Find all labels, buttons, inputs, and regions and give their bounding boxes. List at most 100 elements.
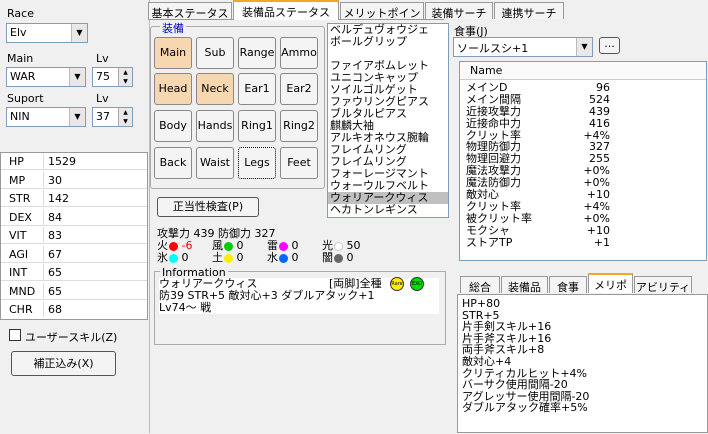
main-job-value: WAR (10, 70, 36, 83)
food-more-button[interactable]: ... (599, 37, 620, 54)
slot-hands[interactable]: Hands (196, 110, 234, 142)
chevron-down-icon: ▼ (71, 24, 87, 42)
stat-key: INT (9, 266, 28, 279)
element-resists: 火 -6 風 0 雷 0 光 50 氷 0 土 0 水 0 闇 0 (157, 237, 417, 265)
tab-merits[interactable]: メリポ (588, 273, 633, 293)
tab-basic-status[interactable]: 基本ステータス (148, 2, 232, 20)
row-value: +10 (586, 223, 610, 237)
merit-list: HP+80 STR+5 片手剣スキル+16 片手斧スキル+16 両手斧スキル+8… (457, 294, 708, 433)
tab-equip-status[interactable]: 装備品ステータス (233, 0, 339, 20)
support-lv-label: Lv (96, 92, 109, 105)
row-name: ストアTP (466, 235, 513, 249)
spin-up-icon[interactable]: ▲ (118, 68, 132, 77)
slot-feet[interactable]: Feet (280, 147, 318, 179)
slot-ring2[interactable]: Ring2 (280, 110, 318, 142)
element-value: 0 (346, 251, 354, 264)
slot-range[interactable]: Range (238, 37, 276, 69)
equip-item-list[interactable]: ベルデュヴォウジェ ボールグリップ ファイアボムレット ユニコンキャップ ソイル… (327, 23, 449, 218)
slot-body[interactable]: Body (154, 110, 192, 142)
stat-key: MND (9, 284, 36, 298)
stat-row: VIT 83 (1, 227, 147, 244)
support-job-select[interactable]: NIN ▼ (6, 107, 86, 127)
row-value: +0% (583, 211, 610, 225)
main-lv-stepper[interactable]: 75 ▲ ▼ (92, 67, 133, 87)
row-value: 416 (589, 116, 610, 130)
list-item[interactable]: ボールグリップ (328, 36, 448, 48)
row-name: 近接攻撃力 (466, 104, 521, 118)
support-job-label: Suport (7, 92, 44, 105)
row-name: 被クリット率 (466, 211, 532, 225)
list-item: HP+80 (462, 297, 501, 310)
spin-up-icon[interactable]: ▲ (118, 108, 132, 117)
validity-check-button[interactable]: 正当性検査(P) (157, 197, 259, 217)
stat-row: HP 1529 (1, 153, 147, 170)
list-item[interactable]: ヘカトンレギンス (328, 204, 448, 216)
tab-abilities[interactable]: アビリティ (634, 276, 692, 294)
row-value: +1 (593, 235, 610, 249)
slot-ammo[interactable]: Ammo (280, 37, 318, 69)
summary-table: Name メインD 96 メイン間隔 524 近接攻撃力 439 近接命中力 416 ク… (459, 61, 707, 261)
food-select[interactable]: ソールスシ+1 ▼ (453, 37, 593, 57)
element-earth: 土 0 (212, 249, 244, 265)
tab-equipment[interactable]: 装備品 (501, 276, 548, 294)
tab-chain-search[interactable]: 連携サーチ (494, 2, 564, 20)
correction-button[interactable]: 補正込み(X) (11, 351, 116, 376)
stat-row: STR 142 (1, 190, 147, 207)
row-value: 439 (589, 104, 610, 118)
stat-key: DEX (9, 210, 32, 224)
stat-value: 68 (43, 301, 143, 317)
table-row: モクシャ +10 (460, 223, 706, 237)
food-value: ソールスシ+1 (457, 42, 529, 55)
stat-row: MND 65 (1, 282, 147, 300)
spin-down-icon[interactable]: ▼ (118, 77, 132, 86)
table-row: クリット率 +4% (460, 200, 706, 213)
slot-legs[interactable]: Legs (238, 147, 276, 179)
slot-head[interactable]: Head (154, 73, 192, 105)
row-name: 近接命中力 (466, 116, 521, 130)
slot-ear2[interactable]: Ear2 (280, 73, 318, 105)
slot-main[interactable]: Main (154, 37, 192, 69)
dark-dot-icon (334, 253, 343, 263)
element-name: 土 (212, 251, 223, 264)
info-item-name: ウォリアークウィス (159, 277, 258, 290)
chevron-down-icon: ▼ (69, 108, 85, 126)
element-name: 水 (267, 251, 278, 264)
stat-row: DEX 84 (1, 208, 147, 226)
stat-key: AGI (9, 247, 29, 261)
main-lv-value: 75 (96, 70, 110, 83)
element-value: 0 (291, 251, 299, 264)
tab-equip-search[interactable]: 装備サーチ (425, 2, 493, 20)
info-item-level: Lv74～ 戦 (159, 301, 212, 314)
slot-back[interactable]: Back (154, 147, 192, 179)
race-select[interactable]: Elv ▼ (6, 23, 88, 43)
ice-dot-icon (169, 253, 178, 263)
slot-neck[interactable]: Neck (196, 73, 234, 105)
slot-waist[interactable]: Waist (196, 147, 234, 179)
stat-key: CHR (9, 303, 33, 316)
stat-key: STR (9, 192, 31, 205)
user-skill-checkbox[interactable] (9, 329, 21, 341)
slot-sub[interactable]: Sub (196, 37, 234, 69)
stat-value: 142 (43, 190, 143, 206)
stat-key: MP (9, 173, 26, 187)
table-row: 近接命中力 416 (460, 116, 706, 130)
slot-ring1[interactable]: Ring1 (238, 110, 276, 142)
support-lv-value: 37 (96, 110, 110, 123)
stat-value: 1529 (43, 153, 143, 169)
slot-ear1[interactable]: Ear1 (238, 73, 276, 105)
element-name: 闇 (322, 251, 333, 264)
rare-badge-icon: Rare (390, 277, 404, 291)
tab-overall[interactable]: 総合 (460, 276, 500, 294)
user-skill-label: ユーザースキル(Z) (25, 331, 118, 344)
table-row: ストアTP +1 (460, 235, 706, 249)
tab-food[interactable]: 食事 (549, 276, 587, 294)
race-value: Elv (10, 26, 27, 39)
stat-row: CHR 68 (1, 301, 147, 318)
spin-down-icon[interactable]: ▼ (118, 117, 132, 126)
tab-merit-points[interactable]: メリットポイント (340, 2, 424, 36)
stat-value: 65 (43, 264, 143, 280)
main-job-select[interactable]: WAR ▼ (6, 67, 86, 87)
info-item-type: [両脚]全種 (329, 277, 382, 290)
support-lv-stepper[interactable]: 37 ▲ ▼ (92, 107, 133, 127)
main-job-label: Main (7, 52, 34, 65)
